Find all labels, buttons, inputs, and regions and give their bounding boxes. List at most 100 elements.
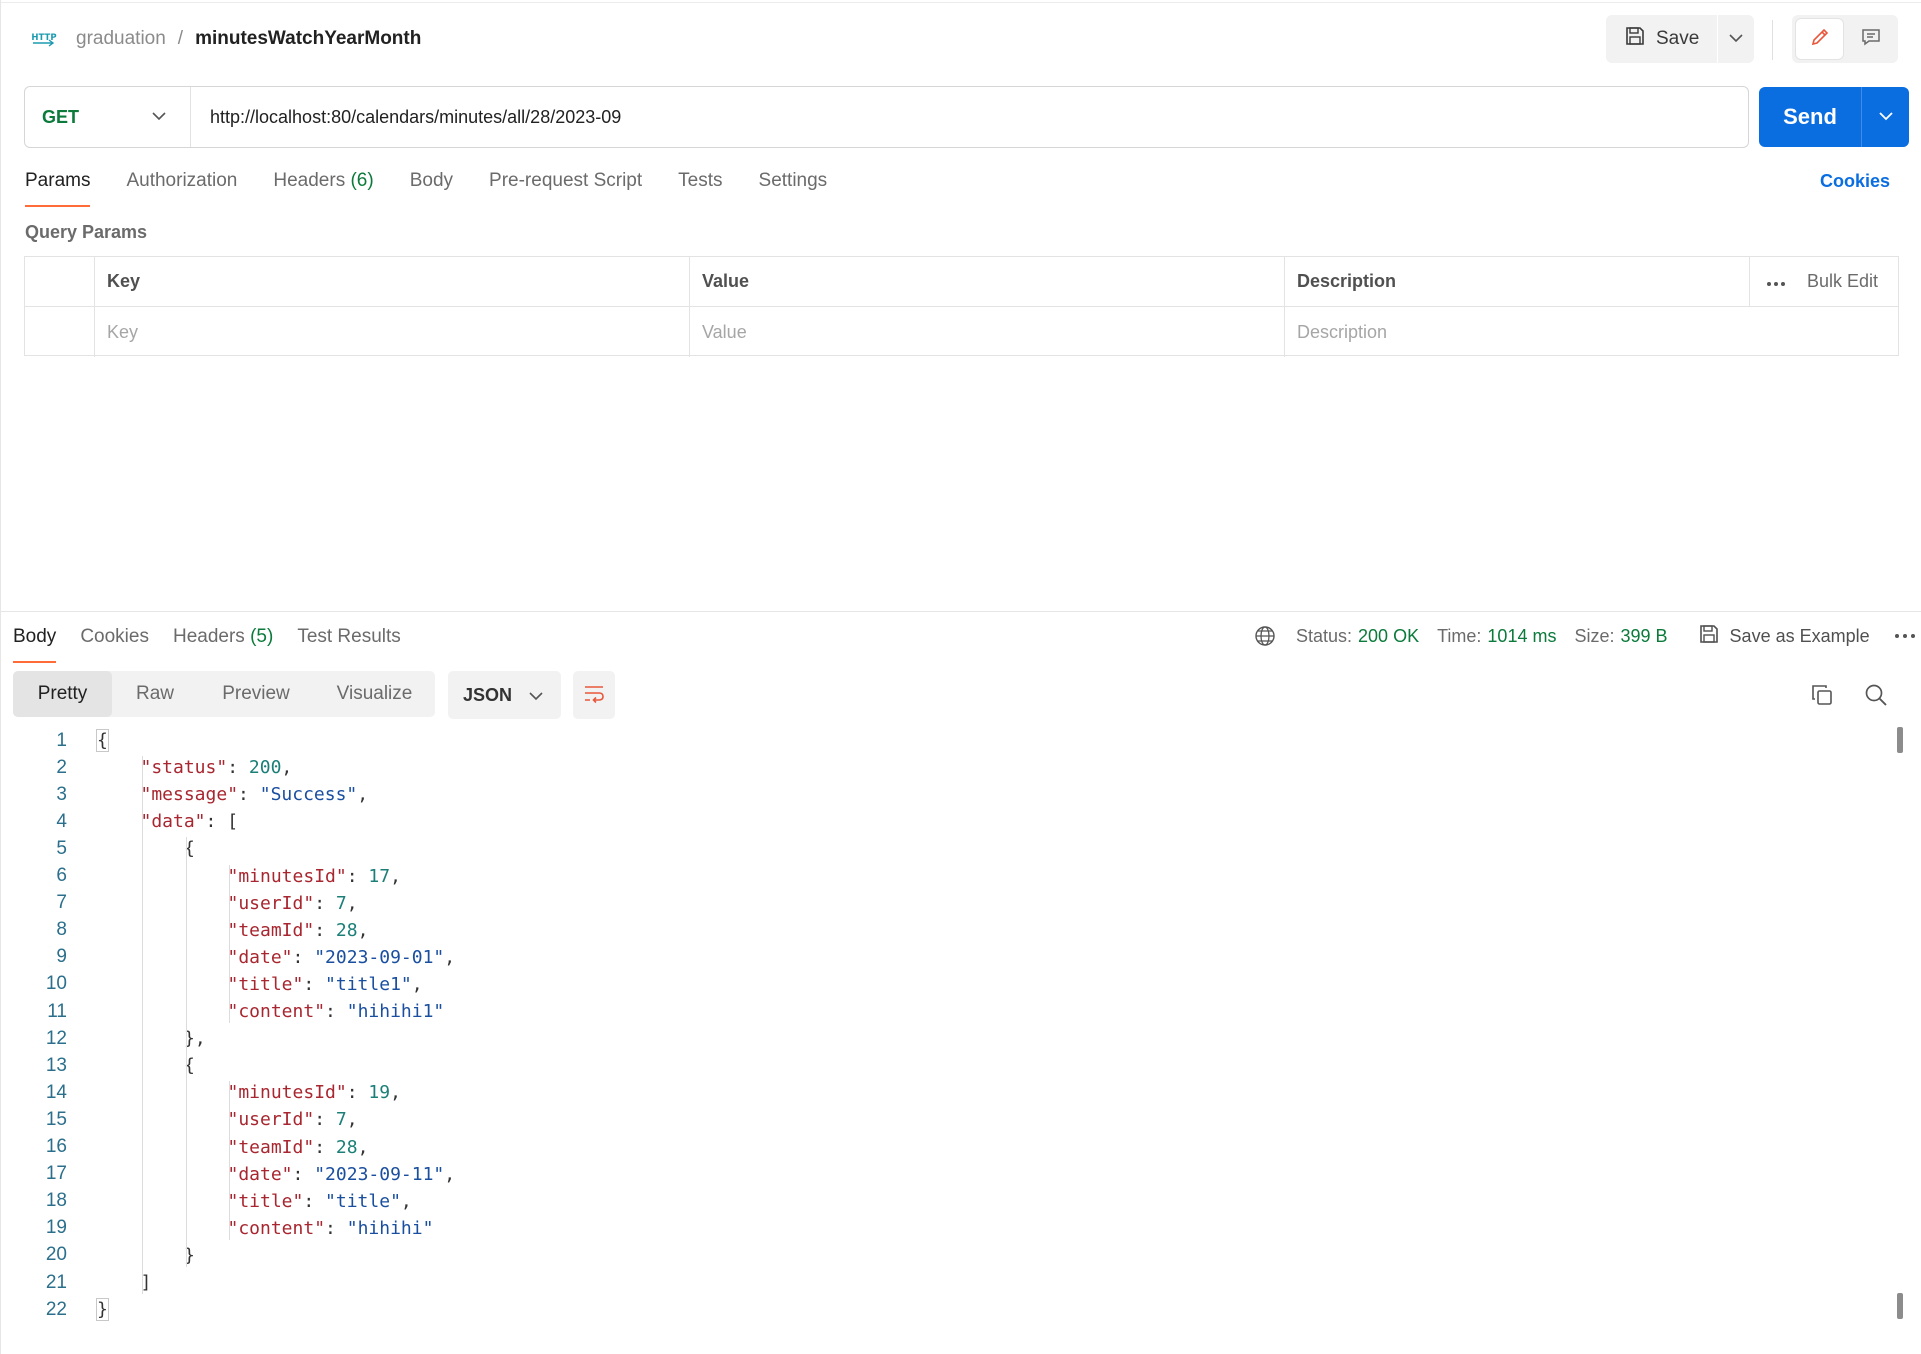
scrollbar-thumb[interactable] (1897, 1293, 1903, 1319)
indent-guide (229, 1081, 230, 1240)
code-token: 28 (335, 1136, 358, 1158)
send-button-group: Send (1759, 87, 1909, 147)
tab-tests[interactable]: Tests (678, 170, 722, 210)
save-button[interactable]: Save (1606, 15, 1719, 63)
line-number: 22 (45, 1298, 67, 1320)
line-number: 12 (45, 1027, 67, 1049)
save-as-example-button[interactable]: Save as Example (1698, 623, 1870, 650)
code-token: "2023-09-01" (314, 946, 445, 968)
format-select[interactable]: JSON (448, 671, 561, 719)
code-token: "content" (227, 1001, 326, 1022)
tab-response-cookies[interactable]: Cookies (80, 626, 149, 666)
code-line: 11 "content": "hihihi1" (0, 998, 444, 1025)
copy-icon[interactable] (1810, 683, 1834, 712)
line-number: 17 (45, 1163, 67, 1185)
cookies-link[interactable]: Cookies (1820, 171, 1890, 192)
status-label: Status: (1296, 625, 1353, 646)
code-token: , (346, 892, 358, 914)
wrap-lines-icon (582, 682, 606, 709)
tab-settings[interactable]: Settings (759, 170, 828, 210)
code-line: 14 "minutesId": 19, (0, 1079, 401, 1106)
code-token: , (281, 757, 293, 779)
column-header-description: Description (1285, 257, 1750, 306)
code-token: : (238, 784, 260, 806)
request-tabs: Params Authorization Headers (6) Body Pr… (25, 170, 863, 210)
request-name[interactable]: minutesWatchYearMonth (195, 28, 421, 50)
code-token: "hihihi" (346, 1217, 434, 1239)
pencil-icon (1809, 26, 1831, 53)
tab-body[interactable]: Body (410, 170, 453, 210)
send-button[interactable]: Send (1759, 87, 1862, 147)
globe-icon[interactable] (1254, 625, 1276, 647)
line-content: "status": 200, (141, 757, 293, 778)
line-content: "date": "2023-09-11", (228, 1164, 456, 1185)
view-raw-button[interactable]: Raw (112, 671, 198, 717)
response-tabs: Body Cookies Headers (5) Test Results (13, 626, 425, 666)
send-options-button[interactable] (1862, 87, 1909, 147)
line-number: 2 (56, 756, 67, 778)
line-content: "data": [ (141, 811, 239, 832)
bulk-edit-button[interactable]: Bulk Edit (1807, 271, 1878, 292)
tab-headers[interactable]: Headers (6) (273, 170, 373, 210)
save-options-button[interactable] (1718, 15, 1754, 63)
column-header-key: Key (95, 257, 690, 306)
header-divider (1772, 20, 1773, 60)
line-number: 20 (45, 1244, 67, 1266)
table-header-row: Key Value Description Bulk Edit (25, 257, 1898, 307)
response-headers-count: (5) (250, 626, 274, 647)
wrap-lines-button[interactable] (573, 671, 615, 719)
more-options-icon[interactable] (1894, 633, 1916, 639)
method-select[interactable]: GET (25, 87, 191, 147)
scrollbar-thumb[interactable] (1897, 727, 1903, 753)
table-row: Key Value Description (25, 307, 1898, 357)
url-input[interactable]: http://localhost:80/calendars/minutes/al… (191, 107, 621, 128)
code-line: 18 "title": "title", (0, 1188, 412, 1215)
search-icon[interactable] (1864, 683, 1888, 712)
save-label: Save (1656, 28, 1700, 49)
code-line: 9 "date": "2023-09-01", (0, 944, 455, 971)
code-token: : (292, 946, 315, 968)
response-body-code[interactable]: 1{2 "status": 200, 3 "message": "Success", 4… (0, 727, 1880, 1327)
line-number: 9 (56, 946, 67, 968)
code-token: : (325, 1217, 347, 1239)
tab-pre-request-script[interactable]: Pre-request Script (489, 170, 642, 210)
line-content: "minutesId": 17, (228, 866, 401, 887)
tab-authorization[interactable]: Authorization (126, 170, 237, 210)
indent-guide (185, 837, 187, 1267)
breadcrumb-collection[interactable]: graduation (76, 28, 166, 50)
code-token: : (314, 892, 336, 914)
line-content: "content": "hihihi1" (228, 1001, 445, 1022)
value-input[interactable]: Value (690, 307, 1285, 357)
tab-response-body[interactable]: Body (13, 626, 57, 666)
time-value[interactable]: 1014 ms (1487, 626, 1556, 647)
view-visualize-button[interactable]: Visualize (314, 671, 435, 717)
tab-label: Headers (172, 626, 245, 647)
line-content: "content": "hihihi" (228, 1218, 434, 1239)
comments-mode-button[interactable] (1847, 19, 1894, 59)
chevron-down-icon (529, 685, 543, 706)
status-value[interactable]: 200 OK (1358, 626, 1419, 647)
more-options-icon[interactable] (1766, 271, 1786, 292)
code-token: 7 (335, 892, 347, 914)
key-input[interactable]: Key (95, 307, 690, 357)
format-label: JSON (463, 684, 513, 705)
edit-mode-button[interactable] (1796, 19, 1843, 59)
save-button-group: Save (1606, 15, 1755, 63)
tab-params[interactable]: Params (25, 170, 91, 210)
code-line: 10 "title": "title1", (0, 971, 423, 998)
line-number: 10 (45, 973, 67, 995)
tab-response-headers[interactable]: Headers (5) (173, 626, 273, 666)
pane-divider[interactable] (0, 611, 1921, 612)
view-preview-button[interactable]: Preview (198, 671, 314, 717)
view-pretty-button[interactable]: Pretty (13, 671, 112, 717)
tab-label: Authorization (126, 170, 238, 191)
mode-toggle (1792, 15, 1898, 63)
size-value[interactable]: 399 B (1621, 626, 1668, 647)
breadcrumb-separator: / (177, 28, 184, 49)
code-line: 6 "minutesId": 17, (0, 863, 401, 890)
tab-test-results[interactable]: Test Results (297, 626, 400, 666)
code-scrollbar[interactable] (1897, 727, 1903, 1319)
line-number: 14 (45, 1081, 67, 1103)
description-input[interactable]: Description (1285, 307, 1898, 357)
code-token: "title1" (325, 973, 412, 995)
